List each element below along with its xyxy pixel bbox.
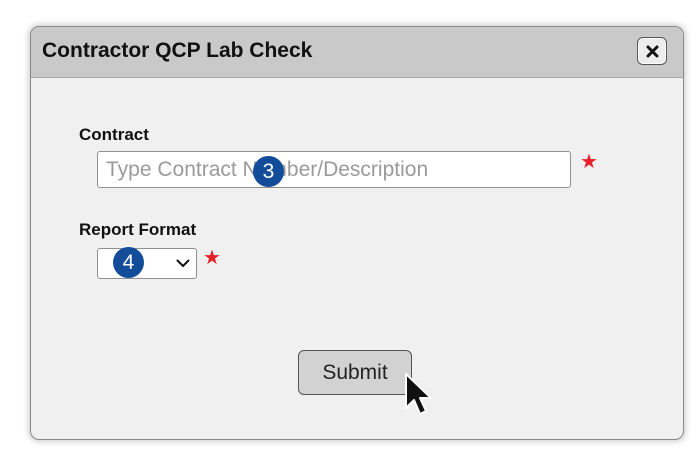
arrow-cursor-icon — [405, 373, 432, 415]
report-format-select[interactable] — [97, 248, 197, 279]
contract-label: Contract — [79, 125, 149, 144]
report-format-label: Report Format — [79, 220, 197, 239]
close-icon — [646, 45, 659, 58]
submit-button[interactable]: Submit — [298, 350, 412, 395]
lab-check-dialog: Contractor QCP Lab Check Contract ★ Repo… — [30, 26, 684, 440]
close-button[interactable] — [637, 37, 667, 65]
dialog-titlebar: Contractor QCP Lab Check — [31, 27, 683, 78]
report-format-required-star: ★ — [203, 247, 221, 269]
contract-search-input[interactable] — [97, 151, 571, 188]
dialog-title: Contractor QCP Lab Check — [42, 39, 313, 62]
screen: Contractor QCP Lab Check Contract ★ Repo… — [0, 0, 696, 453]
contract-required-star: ★ — [580, 151, 598, 173]
step-badge-3: 3 — [253, 156, 284, 187]
step-badge-4: 4 — [113, 247, 144, 278]
chevron-down-icon — [176, 259, 190, 267]
